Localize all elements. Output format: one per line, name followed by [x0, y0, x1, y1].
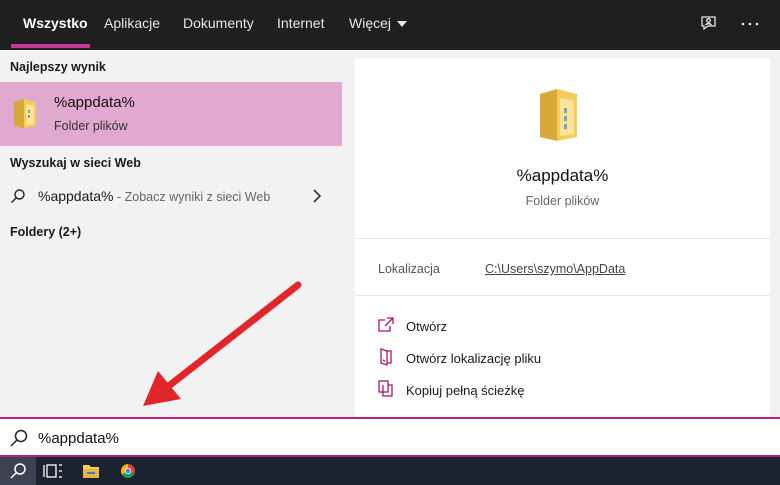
more-options-icon[interactable] [740, 14, 760, 34]
web-search-query: %appdata% [38, 188, 114, 204]
tab-all[interactable]: Wszystko [23, 0, 88, 50]
folder-large-icon [537, 86, 583, 144]
folder-icon [12, 96, 40, 130]
file-explorer-icon [83, 465, 99, 478]
web-search-heading: Wyszukaj w sieci Web [10, 156, 141, 170]
location-link[interactable]: C:\Users\szymo\AppData [485, 262, 625, 276]
open-action[interactable]: Otwórz [377, 316, 737, 338]
search-icon [10, 463, 26, 479]
chevron-right-icon[interactable] [312, 189, 322, 203]
task-view-button[interactable] [36, 457, 72, 485]
tab-internet[interactable]: Internet [277, 0, 324, 50]
chevron-down-icon [397, 21, 408, 27]
web-search-hint: - Zobacz wyniki z sieci Web [113, 190, 271, 204]
taskbar [0, 457, 780, 485]
location-label: Lokalizacja [378, 262, 440, 276]
web-search-text: %appdata% - Zobacz wyniki z sieci Web [38, 188, 270, 204]
open-file-location-label: Otwórz lokalizację pliku [406, 351, 542, 366]
chrome-button[interactable] [110, 457, 146, 485]
open-action-label: Otwórz [406, 319, 448, 334]
tab-more-label: Więcej [349, 15, 392, 31]
search-scope-tabs: Wszystko Aplikacje Dokumenty Internet Wi… [0, 0, 780, 50]
search-bar [0, 417, 780, 457]
tab-documents[interactable]: Dokumenty [183, 0, 254, 50]
search-icon [10, 188, 26, 204]
preview-pane: %appdata% Folder plików Lokalizacja C:\U… [355, 58, 770, 418]
results-list: Najlepszy wynik %appdata% Folder plików … [0, 50, 342, 418]
tab-more[interactable]: Więcej [349, 0, 408, 50]
tab-apps[interactable]: Aplikacje [104, 0, 160, 50]
chrome-icon [121, 464, 135, 478]
divider [355, 238, 770, 239]
task-view-icon [43, 464, 62, 478]
search-input[interactable] [38, 425, 738, 451]
open-icon [377, 316, 395, 334]
open-file-location-action[interactable]: Otwórz lokalizację pliku [377, 348, 737, 370]
divider [355, 295, 770, 296]
feedback-icon[interactable] [699, 14, 719, 34]
file-location-icon [377, 348, 395, 366]
best-match-subtitle: Folder plików [54, 119, 128, 133]
active-tab-indicator [11, 44, 90, 48]
taskbar-search-button[interactable] [0, 457, 36, 485]
copy-full-path-action[interactable]: Kopiuj pełną ścieżkę [377, 380, 737, 402]
best-match-heading: Najlepszy wynik [10, 60, 106, 74]
preview-subtitle: Folder plików [525, 194, 600, 208]
file-explorer-button[interactable] [73, 457, 109, 485]
copy-full-path-label: Kopiuj pełną ścieżkę [406, 383, 525, 398]
folders-heading[interactable]: Foldery (2+) [10, 225, 81, 239]
preview-title: %appdata% [516, 166, 609, 185]
web-search-result[interactable]: %appdata% - Zobacz wyniki z sieci Web [0, 181, 342, 211]
copy-path-icon [377, 380, 395, 398]
best-match-result[interactable]: %appdata% Folder plików [0, 82, 342, 146]
search-icon [9, 428, 29, 448]
best-match-title: %appdata% [54, 94, 135, 111]
